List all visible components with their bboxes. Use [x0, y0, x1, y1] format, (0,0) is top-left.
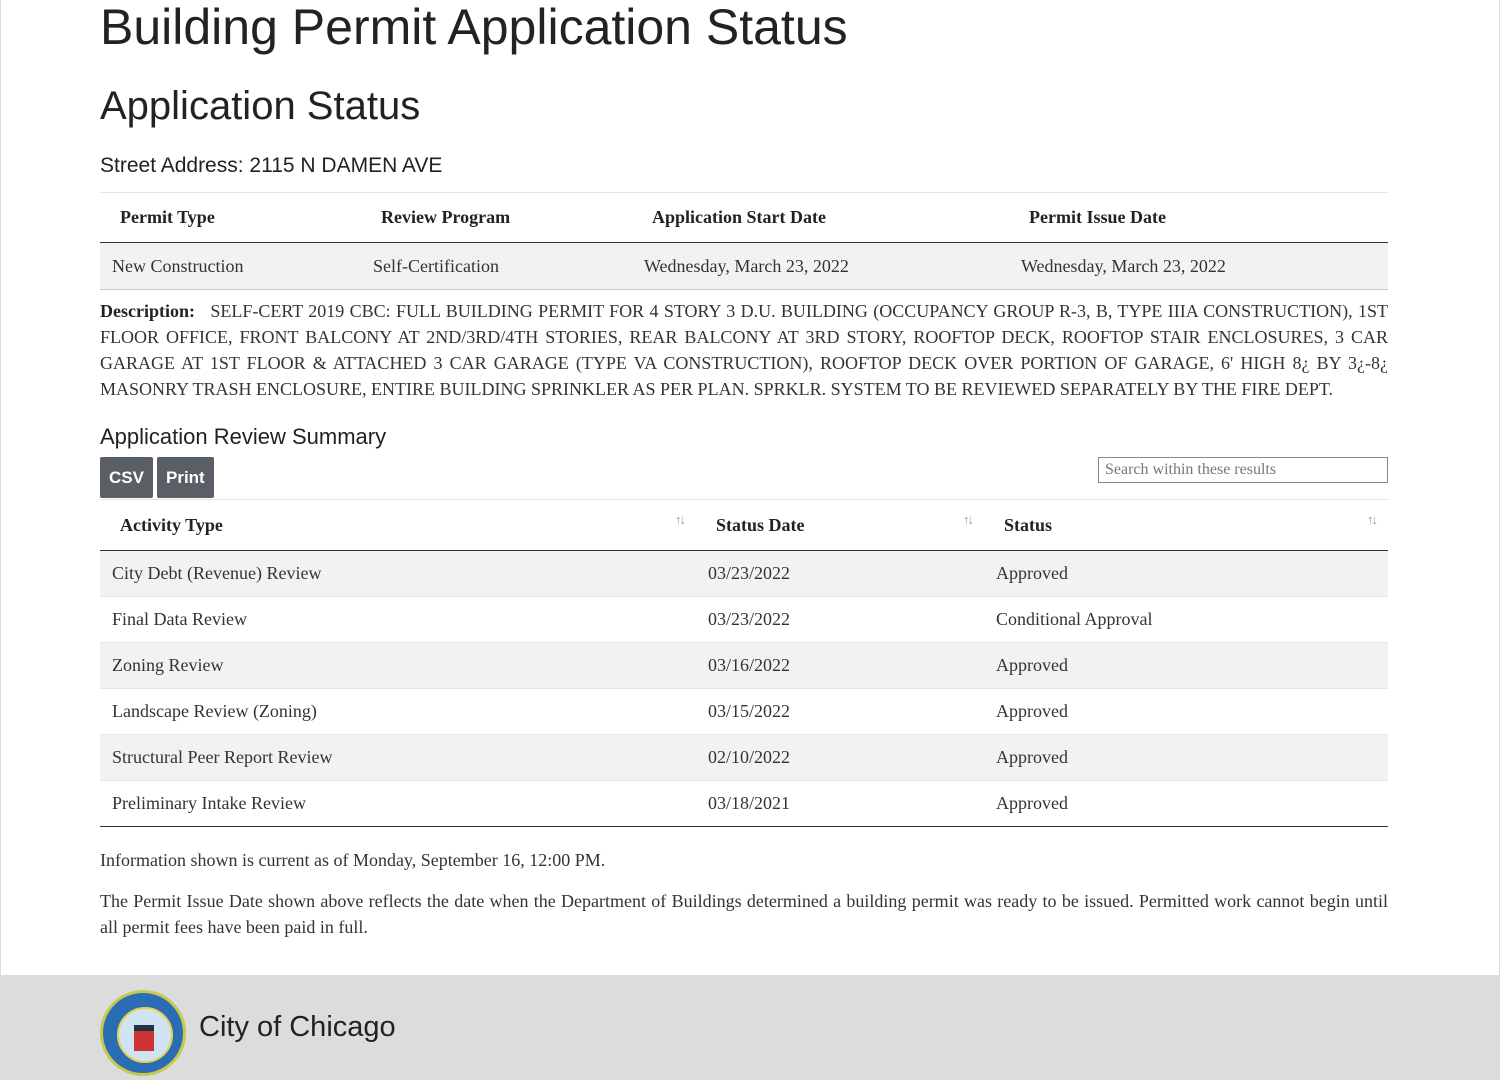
- status: Approved: [984, 550, 1388, 597]
- table-row: Zoning Review 03/16/2022 Approved: [100, 642, 1388, 689]
- current-as-of-note: Information shown is current as of Monda…: [100, 850, 606, 870]
- description-label: Description:: [100, 301, 195, 321]
- footer: City of Chicago: [0, 975, 1500, 1080]
- description: Description: SELF-CERT 2019 CBC: FULL BU…: [100, 298, 1388, 402]
- header-label: Status Date: [716, 514, 805, 535]
- permit-issue-note: The Permit Issue Date shown above reflec…: [100, 891, 1388, 937]
- table-row: City Debt (Revenue) Review 03/23/2022 Appr…: [100, 550, 1388, 597]
- header-status-date[interactable]: Status Date ↑↓: [696, 499, 984, 551]
- section-title: Application Status: [100, 84, 421, 128]
- permit-table: Permit Type Review Program Application S…: [100, 192, 1388, 290]
- sort-icon[interactable]: ↑↓: [963, 512, 974, 528]
- page-title: Building Permit Application Status: [100, 0, 848, 55]
- status-date: 02/10/2022: [696, 734, 984, 781]
- csv-button[interactable]: CSV: [100, 457, 153, 498]
- header-review-program: Review Program: [361, 192, 632, 243]
- header-permit-type: Permit Type: [100, 192, 361, 243]
- review-table: Activity Type ↑↓ Status Date ↑↓ Status ↑↓ C…: [100, 499, 1388, 827]
- street-address: Street Address: 2115 N DAMEN AVE: [100, 154, 443, 177]
- activity-type: Preliminary Intake Review: [100, 780, 696, 827]
- table-row: Final Data Review 03/23/2022 Conditional A…: [100, 596, 1388, 643]
- description-text: SELF-CERT 2019 CBC: FULL BUILDING PERMIT…: [100, 301, 1388, 399]
- page-frame: [0, 0, 1500, 975]
- start-date: Wednesday, March 23, 2022: [632, 242, 1009, 290]
- city-seal-logo: [100, 990, 186, 1076]
- activity-type: Final Data Review: [100, 596, 696, 643]
- table-row: Landscape Review (Zoning) 03/15/2022 Appro…: [100, 688, 1388, 735]
- status: Approved: [984, 688, 1388, 735]
- status: Conditional Approval: [984, 596, 1388, 643]
- search-input[interactable]: [1098, 457, 1388, 483]
- review-summary-title: Application Review Summary: [100, 424, 387, 449]
- activity-type: City Debt (Revenue) Review: [100, 550, 696, 597]
- status: Approved: [984, 734, 1388, 781]
- table-row: Structural Peer Report Review 02/10/2022 A…: [100, 734, 1388, 781]
- status-date: 03/23/2022: [696, 596, 984, 643]
- sort-icon[interactable]: ↑↓: [675, 512, 686, 528]
- header-activity-type[interactable]: Activity Type ↑↓: [100, 499, 696, 551]
- header-start-date: Application Start Date: [632, 192, 1009, 243]
- review-program: Self-Certification: [361, 242, 632, 290]
- permit-row: New Construction Self-Certification Wedn…: [100, 242, 1388, 290]
- status: Approved: [984, 780, 1388, 827]
- activity-type: Landscape Review (Zoning): [100, 688, 696, 735]
- activity-type: Structural Peer Report Review: [100, 734, 696, 781]
- header-label: Status: [1004, 514, 1053, 535]
- footer-brand[interactable]: City of Chicago: [199, 1011, 396, 1044]
- status-date: 03/18/2021: [696, 780, 984, 827]
- status-date: 03/16/2022: [696, 642, 984, 689]
- status: Approved: [984, 642, 1388, 689]
- status-date: 03/23/2022: [696, 550, 984, 597]
- permit-type: New Construction: [100, 242, 361, 290]
- header-label: Activity Type: [120, 514, 223, 535]
- status-date: 03/15/2022: [696, 688, 984, 735]
- sort-icon[interactable]: ↑↓: [1367, 512, 1378, 528]
- print-button[interactable]: Print: [157, 457, 214, 498]
- issue-date: Wednesday, March 23, 2022: [1009, 242, 1388, 290]
- header-issue-date: Permit Issue Date: [1009, 192, 1388, 243]
- activity-type: Zoning Review: [100, 642, 696, 689]
- header-status[interactable]: Status ↑↓: [984, 499, 1388, 551]
- table-row: Preliminary Intake Review 03/18/2021 Appro…: [100, 780, 1388, 827]
